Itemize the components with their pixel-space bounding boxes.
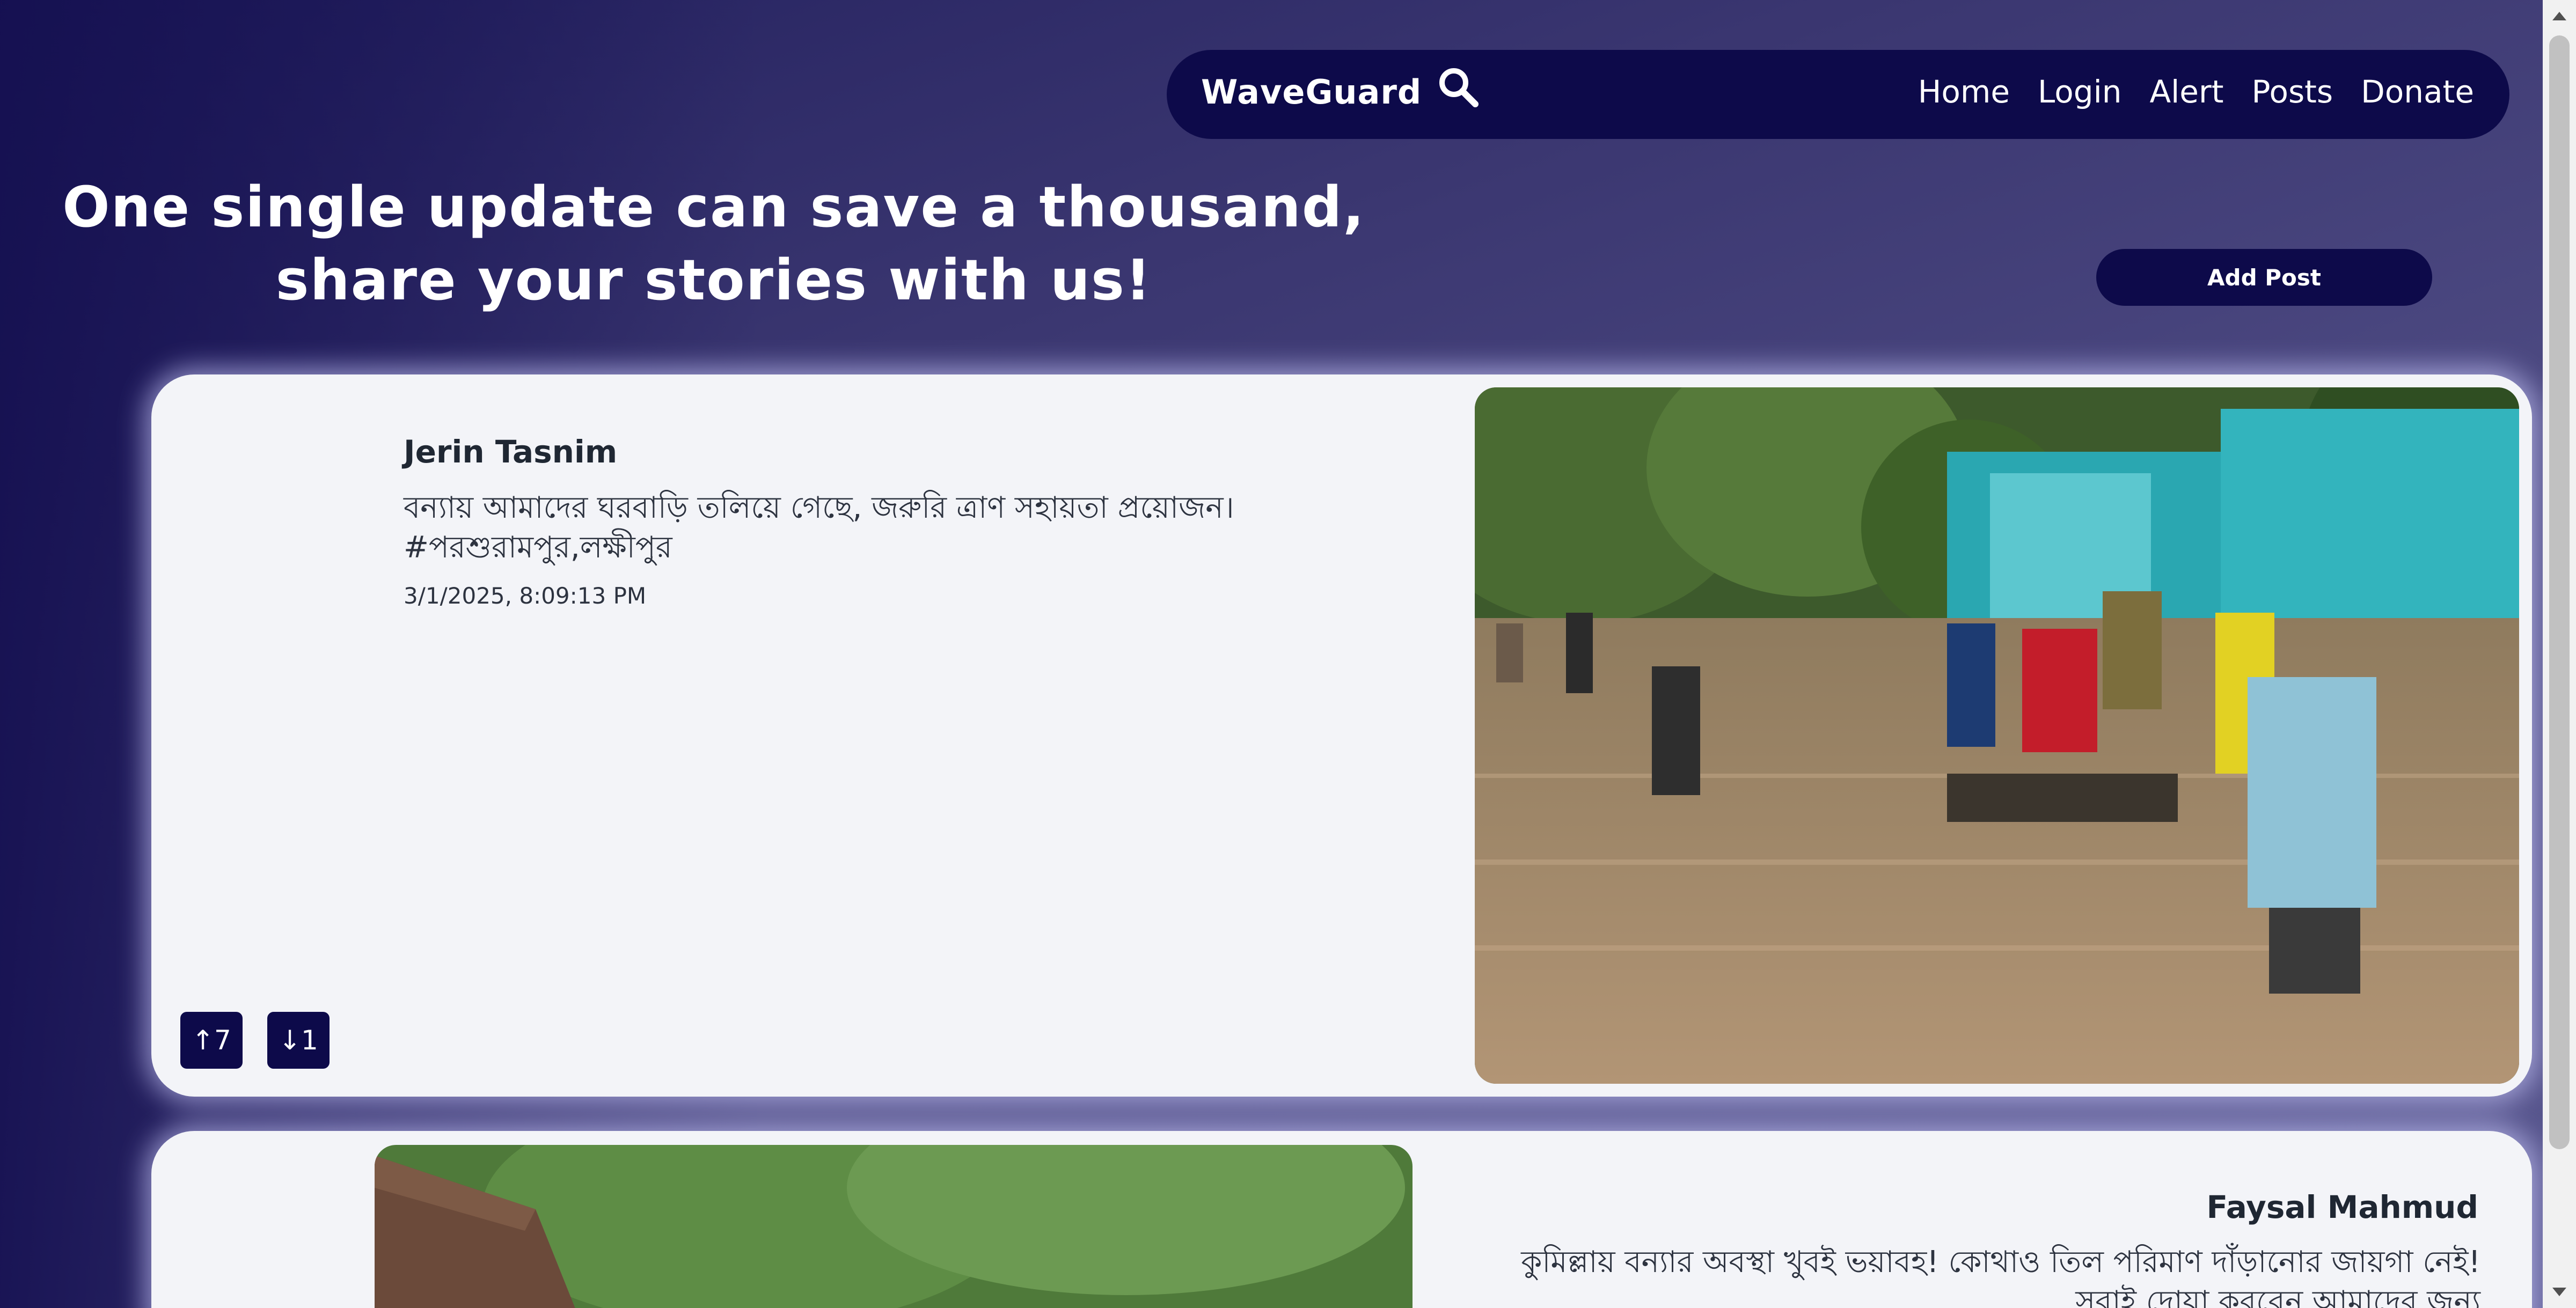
post-content: কুমিল্লায় বন্যার অবস্থা খুবই ভয়াবহ! কো… [1521, 1245, 2480, 1308]
upvote-button[interactable]: ↑ 7 [180, 1012, 243, 1069]
brand-name: WaveGuard [1201, 72, 1422, 112]
post-author: Jerin Tasnim [404, 433, 618, 470]
post-author: Faysal Mahmud [2206, 1189, 2478, 1225]
nav-donate[interactable]: Donate [2361, 74, 2474, 110]
add-post-button[interactable]: Add Post [2096, 249, 2432, 306]
nav-alert[interactable]: Alert [2149, 74, 2223, 110]
scroll-up-arrow-icon[interactable] [2552, 12, 2566, 20]
arrow-up-icon: ↑ [192, 1025, 215, 1056]
scrollbar[interactable] [2543, 0, 2576, 1308]
search-icon[interactable] [1437, 65, 1480, 108]
nav-login[interactable]: Login [2038, 74, 2121, 110]
nav-posts[interactable]: Posts [2252, 74, 2333, 110]
downvote-button[interactable]: ↓ 1 [267, 1012, 330, 1069]
brand[interactable]: WaveGuard [1201, 68, 1480, 112]
navbar: WaveGuard Home Login Alert Posts Donate [1167, 50, 2509, 139]
scroll-thumb[interactable] [2549, 35, 2570, 1149]
upvote-count: 7 [214, 1025, 231, 1056]
hero-tagline: One single update can save a thousand, s… [62, 174, 1365, 313]
post-card: Faysal Mahmud কুমিল্লায় বন্যার অবস্থা খ… [151, 1131, 2532, 1308]
post-card: Jerin Tasnim বন্যায় আমাদের ঘরবাড়ি তলিয… [151, 374, 2532, 1097]
flood-photo [1475, 387, 2519, 1084]
post-timestamp: 3/1/2025, 8:09:13 PM [404, 583, 647, 609]
page: WaveGuard Home Login Alert Posts Donate … [0, 0, 2543, 1308]
downvote-count: 1 [301, 1025, 318, 1056]
post-image [1475, 387, 2519, 1084]
flood-photo [375, 1145, 1413, 1308]
post-image [375, 1145, 1413, 1308]
post-content: বন্যায় আমাদের ঘরবাড়ি তলিয়ে গেছে, জরুর… [404, 490, 1234, 565]
scroll-down-arrow-icon[interactable] [2552, 1288, 2566, 1296]
arrow-down-icon: ↓ [279, 1025, 302, 1056]
nav-home[interactable]: Home [1918, 74, 2010, 110]
nav-links: Home Login Alert Posts Donate [1918, 74, 2474, 110]
